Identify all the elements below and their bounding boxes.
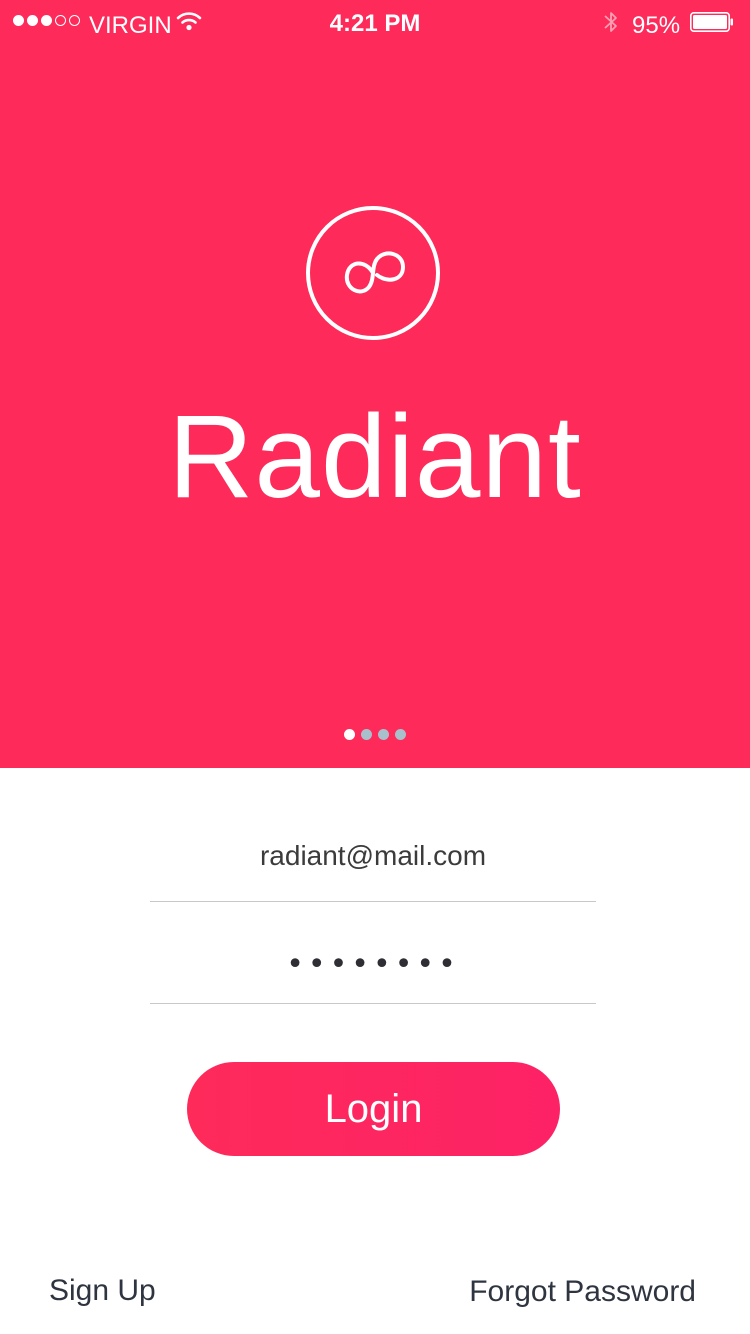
page-dot[interactable] — [361, 729, 372, 740]
sign-up-link[interactable]: Sign Up — [49, 1272, 156, 1310]
password-underline — [150, 1003, 596, 1004]
page-indicator[interactable] — [0, 729, 750, 740]
login-screen: VIRGIN 4:21 PM 95% Radiant radiant@mail.… — [0, 0, 750, 1334]
forgot-password-link[interactable]: Forgot Password — [469, 1273, 696, 1311]
bluetooth-icon — [604, 12, 617, 32]
page-dot-active[interactable] — [344, 729, 355, 740]
login-button[interactable]: Login — [187, 1062, 560, 1156]
password-field[interactable] — [150, 934, 596, 994]
app-name: Radiant — [168, 391, 582, 523]
battery-percent: 95% — [632, 12, 681, 39]
page-dot[interactable] — [378, 729, 389, 740]
page-dot[interactable] — [395, 729, 406, 740]
infinity-loop-icon — [306, 206, 440, 340]
battery-icon — [690, 12, 733, 32]
status-bar: VIRGIN 4:21 PM 95% — [0, 0, 750, 48]
email-field[interactable] — [150, 825, 596, 887]
email-underline — [150, 901, 596, 902]
hero-banner: VIRGIN 4:21 PM 95% Radiant — [0, 0, 750, 768]
